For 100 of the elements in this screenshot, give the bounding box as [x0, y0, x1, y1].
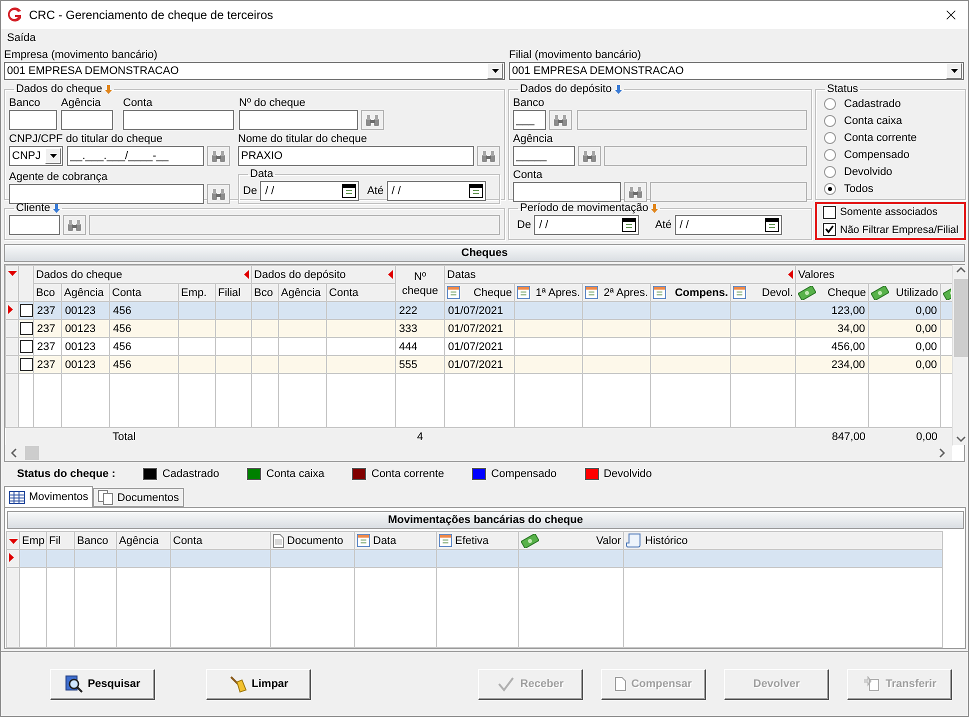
checkbox[interactable]	[823, 206, 836, 219]
horizontal-scrollbar[interactable]	[5, 445, 952, 461]
column-group-header[interactable]: Datas	[444, 266, 796, 284]
date-field[interactable]: / /	[674, 215, 782, 235]
checkbox[interactable]	[823, 223, 836, 236]
input-field[interactable]: PRAXIO	[238, 146, 474, 166]
table-row[interactable]: 237 00123 456 222 01/07/2021 123,00 0,00	[6, 302, 953, 320]
row-checkbox[interactable]	[20, 322, 32, 335]
input-field[interactable]: __.___.___/____-__	[67, 146, 204, 166]
tab[interactable]: Movimentos	[4, 486, 94, 507]
dropdown-field[interactable]: 001 EMPRESA DEMONSTRACAO	[4, 62, 505, 80]
input-field[interactable]	[61, 110, 113, 130]
column-group-header[interactable]: Dados do cheque	[34, 266, 252, 284]
row-checkbox[interactable]	[20, 340, 32, 353]
input-field[interactable]	[9, 215, 60, 235]
column-header[interactable]: Valor	[518, 532, 624, 550]
action-button[interactable]: Limpar	[206, 668, 311, 700]
arrow-down-icon	[651, 204, 658, 213]
dropdown-button[interactable]	[45, 148, 61, 164]
search-button[interactable]	[63, 215, 86, 235]
search-button[interactable]	[578, 146, 601, 166]
column-header[interactable]: Emp.	[178, 284, 216, 302]
scrollbar-thumb[interactable]	[954, 279, 968, 357]
input-field[interactable]	[9, 184, 204, 204]
column-menu-header[interactable]	[6, 266, 18, 302]
radio-button[interactable]	[824, 182, 836, 194]
column-header[interactable]: Cheque	[796, 284, 869, 302]
search-button[interactable]	[207, 184, 230, 204]
table-row[interactable]: 237 00123 456 555 01/07/2021 234,00 0,00	[6, 356, 953, 374]
input-field[interactable]	[513, 182, 621, 202]
column-header[interactable]: Devol.	[730, 284, 796, 302]
input-field[interactable]	[123, 110, 234, 130]
arrow-down-icon	[53, 204, 60, 213]
radio-button[interactable]	[824, 98, 836, 110]
table-row[interactable]: 237 00123 456 444 01/07/2021 456,00 0,00	[6, 338, 953, 356]
radio-button[interactable]	[824, 148, 836, 160]
column-header[interactable]: Documento	[270, 532, 354, 550]
caret-icon	[8, 271, 17, 276]
column-group-header[interactable]: Valores	[796, 266, 953, 284]
column-header[interactable]: Bco	[34, 284, 62, 302]
column-header[interactable]: Bco	[252, 284, 279, 302]
dropdown-field[interactable]: CNPJ	[9, 146, 63, 166]
dropdown-button[interactable]	[946, 63, 962, 79]
radio-button[interactable]	[824, 132, 836, 144]
input-field[interactable]: _____	[513, 146, 575, 166]
table-cell: 01/07/2021	[444, 356, 515, 374]
search-button[interactable]	[361, 110, 384, 130]
column-header[interactable]: 2ª Apres.	[582, 284, 651, 302]
calendar-icon[interactable]	[764, 218, 779, 232]
search-button[interactable]	[549, 110, 572, 130]
table-cell: 00123	[62, 356, 110, 374]
date-field[interactable]: / /	[386, 181, 486, 201]
row-checkbox[interactable]	[20, 358, 32, 371]
column-header[interactable]: Nº cheque	[396, 266, 445, 302]
column-group-header[interactable]: Dados do depósito	[252, 266, 396, 284]
column-header[interactable]: Agência	[116, 532, 170, 550]
radio-button[interactable]	[824, 114, 836, 126]
tab[interactable]: Documentos	[93, 488, 184, 507]
scrollbar-thumb[interactable]	[25, 446, 39, 460]
table-row[interactable]: 237 00123 456 333 01/07/2021 34,00 0,00	[6, 320, 953, 338]
column-header[interactable]: Utilizado	[868, 284, 941, 302]
column-header[interactable]: Conta	[170, 532, 270, 550]
column-header[interactable]: 1ª Apres.	[514, 284, 583, 302]
column-header[interactable]: Emp	[20, 532, 46, 550]
date-field[interactable]: / /	[534, 215, 640, 235]
column-header[interactable]: Cheque	[444, 284, 515, 302]
menu-item[interactable]: Saída	[6, 32, 37, 44]
column-menu-header[interactable]	[6, 532, 20, 550]
column-header[interactable]: Compens.	[650, 284, 731, 302]
column-header[interactable]: Banco	[74, 532, 116, 550]
input-field[interactable]: ___	[513, 110, 546, 130]
column-header[interactable]: Agência	[278, 284, 327, 302]
table-cell: 0,00	[868, 356, 941, 374]
input-field[interactable]	[239, 110, 358, 130]
column-header[interactable]: Agência	[62, 284, 110, 302]
dropdown-field[interactable]: 001 EMPRESA DEMONSTRACAO	[509, 62, 964, 80]
calendar-icon[interactable]	[468, 184, 483, 198]
field-label: Nome do titular do cheque	[238, 132, 368, 146]
field-label: Agência	[513, 132, 554, 146]
dropdown-button[interactable]	[487, 63, 503, 79]
column-header[interactable]: Conta	[110, 284, 178, 302]
radio-button[interactable]	[824, 166, 836, 178]
column-header[interactable]: Efetiva	[436, 532, 518, 550]
calendar-icon[interactable]	[342, 184, 356, 198]
action-button[interactable]: Pesquisar	[50, 668, 155, 700]
column-header[interactable]: Conta	[326, 284, 396, 302]
column-header[interactable]: Fil	[46, 532, 74, 550]
search-button[interactable]	[477, 146, 500, 166]
input-field[interactable]	[9, 110, 57, 130]
legend-label: Conta corrente	[371, 468, 444, 480]
search-button[interactable]	[624, 182, 647, 202]
date-field[interactable]: / /	[260, 181, 360, 201]
column-header[interactable]: Histórico	[624, 532, 942, 550]
field-label: De	[243, 184, 258, 199]
vertical-scrollbar[interactable]	[952, 265, 968, 445]
calendar-icon[interactable]	[622, 218, 636, 232]
search-button[interactable]	[207, 146, 230, 166]
column-header[interactable]: Data	[354, 532, 436, 550]
row-checkbox[interactable]	[20, 304, 32, 317]
column-header[interactable]: Filial	[216, 284, 252, 302]
